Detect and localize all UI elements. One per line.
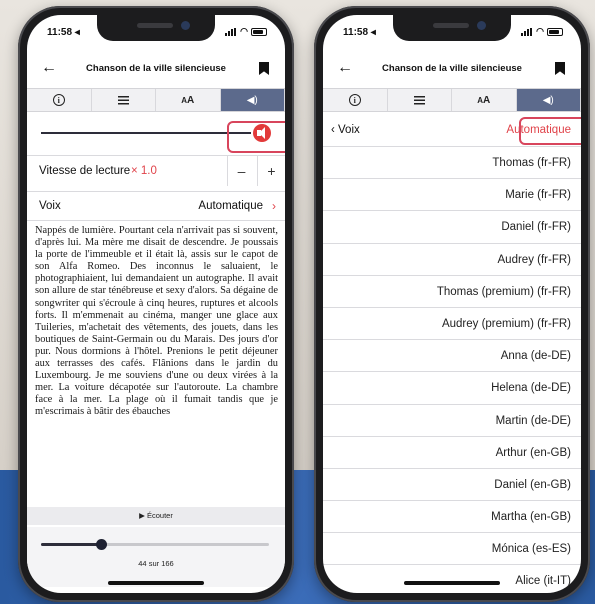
progress-fill	[41, 543, 102, 546]
highlight-box	[227, 121, 285, 153]
voice-option[interactable]: Mónica (es-ES)	[323, 533, 581, 566]
status-time: 11:58 ◂	[343, 27, 376, 38]
page-counter: 44 sur 166	[138, 559, 174, 568]
back-arrow-icon[interactable]: ←	[337, 59, 353, 77]
voice-option[interactable]: Arthur (en-GB)	[323, 437, 581, 469]
voice-option[interactable]: Thomas (premium) (fr-FR)	[323, 276, 581, 308]
signal-icon	[521, 27, 533, 36]
voice-row[interactable]: Voix Automatique ›	[27, 191, 285, 221]
speed-value: × 1.0	[131, 164, 157, 177]
listen-button[interactable]: ▶ Écouter	[27, 507, 285, 525]
highlight-box	[519, 117, 581, 145]
voice-option[interactable]: Helena (de-DE)	[323, 372, 581, 405]
info-icon: i	[348, 94, 361, 106]
book-title: Chanson de la ville silencieuse	[86, 63, 226, 74]
tab-audio[interactable]: ◀)	[516, 89, 581, 111]
list-icon	[117, 95, 129, 105]
voice-option[interactable]: Alice (it-IT)	[323, 565, 581, 593]
speed-label: Vitesse de lecture	[39, 164, 131, 177]
nav-bar: ← Chanson de la ville silencieuse	[323, 53, 581, 87]
font-size-icon: AA	[477, 94, 491, 106]
tab-contents[interactable]	[92, 89, 156, 111]
book-text: Nappés de lumière. Pourtant cela n'arriv…	[35, 225, 278, 418]
speaker-icon: ◀)	[246, 94, 258, 106]
tab-info[interactable]: i	[27, 89, 92, 111]
signal-icon	[225, 27, 237, 36]
voice-option[interactable]: Martin (de-DE)	[323, 405, 581, 437]
phone-left: 11:58 ◂ ◠ ← Chanson de la ville silencie…	[18, 6, 294, 602]
progress-thumb[interactable]	[96, 539, 108, 550]
tab-audio[interactable]: ◀)	[220, 89, 285, 111]
progress-track[interactable]	[41, 539, 269, 550]
reader-tabs: i AA ◀)	[323, 88, 581, 112]
voice-option[interactable]: Anna (de-DE)	[323, 340, 581, 373]
status-time: 11:58 ◂	[47, 27, 80, 38]
reader-tabs: i AA ◀)	[27, 88, 285, 112]
page-progress: 44 sur 166	[27, 527, 285, 587]
volume-track	[41, 132, 251, 134]
list-icon	[413, 95, 425, 105]
voice-option[interactable]: Audrey (premium) (fr-FR)	[323, 308, 581, 341]
reading-speed-row: Vitesse de lecture × 1.0 – +	[27, 155, 285, 186]
nav-bar: ← Chanson de la ville silencieuse	[27, 53, 285, 87]
tab-font-size[interactable]: AA	[156, 89, 221, 111]
wifi-icon: ◠	[240, 26, 248, 36]
book-title: Chanson de la ville silencieuse	[382, 63, 522, 74]
status-icons: ◠	[225, 26, 267, 37]
bookmark-icon[interactable]	[259, 62, 269, 75]
tab-font-size[interactable]: AA	[452, 89, 517, 111]
font-size-icon: AA	[181, 94, 195, 106]
wifi-icon: ◠	[536, 26, 544, 36]
info-icon: i	[52, 94, 65, 106]
phone-right: 11:58 ◂ ◠ ← Chanson de la ville silencie…	[314, 6, 590, 602]
voice-option[interactable]: Marie (fr-FR)	[323, 179, 581, 212]
tab-info[interactable]: i	[323, 89, 388, 111]
battery-icon	[251, 27, 267, 36]
voice-label: Voix	[39, 200, 61, 212]
speed-increase-button[interactable]: +	[257, 156, 285, 186]
speed-decrease-button[interactable]: –	[227, 156, 255, 186]
voice-value: Automatique	[198, 200, 263, 212]
notch	[97, 15, 215, 41]
notch	[393, 15, 511, 41]
voice-option[interactable]: Martha (en-GB)	[323, 501, 581, 534]
tab-contents[interactable]	[388, 89, 452, 111]
voice-option[interactable]: Daniel (fr-FR)	[323, 211, 581, 244]
voice-back-button[interactable]: ‹ Voix	[331, 124, 360, 136]
back-arrow-icon[interactable]: ←	[41, 59, 57, 77]
voice-option[interactable]: Thomas (fr-FR)	[323, 147, 581, 180]
chevron-right-icon: ›	[272, 199, 276, 213]
battery-icon	[547, 27, 563, 36]
voice-option[interactable]: Audrey (fr-FR)	[323, 244, 581, 276]
screen-left: 11:58 ◂ ◠ ← Chanson de la ville silencie…	[27, 15, 285, 593]
status-icons: ◠	[521, 26, 563, 37]
screen-right: 11:58 ◂ ◠ ← Chanson de la ville silencie…	[323, 15, 581, 593]
home-indicator	[404, 581, 500, 585]
bookmark-icon[interactable]	[555, 62, 565, 75]
speaker-icon: ◀)	[542, 94, 554, 106]
voice-list: Thomas (fr-FR) Marie (fr-FR) Daniel (fr-FR…	[323, 147, 581, 593]
home-indicator	[108, 581, 204, 585]
voice-option[interactable]: Daniel (en-GB)	[323, 469, 581, 502]
